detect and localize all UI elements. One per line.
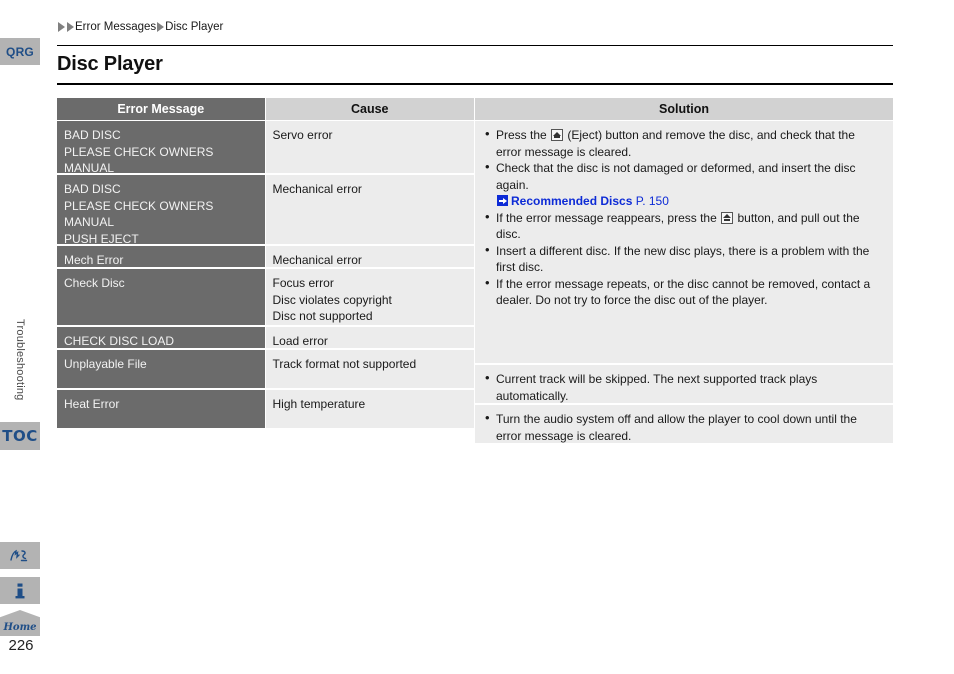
home-button[interactable]: Home xyxy=(0,610,40,636)
table-cell-cause: Track format not supported xyxy=(265,350,474,388)
table-cell-cause: High temperature xyxy=(265,390,474,428)
breadcrumb-item-error-messages[interactable]: Error Messages xyxy=(75,21,156,33)
column-solution: Press the (Eject) button and remove the … xyxy=(475,121,893,443)
error-message-table: Error Message Cause Solution BAD DISC PL… xyxy=(57,98,893,443)
voice-command-button[interactable] xyxy=(0,542,40,569)
sidebar-tab-toc[interactable]: TOC xyxy=(0,422,40,450)
table-header-row: Error Message Cause Solution xyxy=(57,98,893,120)
voice-command-icon xyxy=(10,549,28,561)
table-cell-cause: Focus error Disc violates copyright Disc… xyxy=(265,269,474,325)
title-divider-top xyxy=(57,45,893,46)
home-button-label: Home xyxy=(3,622,37,633)
table-row: BAD DISC PLEASE CHECK OWNERS MANUAL xyxy=(57,121,265,175)
sidebar-section-label-text: Troubleshooting xyxy=(14,319,26,401)
list-item: Current track will be skipped. The next … xyxy=(483,370,883,404)
table-row: CHECK DISC LOAD xyxy=(57,327,265,348)
bullet-text: Turn the audio system off and allow the … xyxy=(496,412,857,443)
column-cause: Servo error Mechanical error Mechanical … xyxy=(265,121,474,443)
table-cell-cause: Load error xyxy=(265,327,474,348)
breadcrumb-arrow-icon xyxy=(58,22,65,32)
list-item: Check that the disc is not damaged or de… xyxy=(483,159,883,210)
breadcrumb-arrow-icon xyxy=(157,22,165,32)
sidebar: QRG Troubleshooting TOC Home 226 xyxy=(0,0,42,674)
bullet-text-post: (Eject) button and remove the disc, and … xyxy=(496,128,855,159)
list-item: Press the (Eject) button and remove the … xyxy=(483,126,883,160)
table-cell-solution: Current track will be skipped. The next … xyxy=(475,365,893,403)
page-number: 226 xyxy=(8,637,34,654)
breadcrumb-item-disc-player[interactable]: Disc Player xyxy=(165,21,223,33)
table-row: Heat Error xyxy=(57,390,265,428)
breadcrumb-arrow-icon xyxy=(67,22,74,32)
sidebar-tab-toc-label: TOC xyxy=(2,427,38,445)
manual-page: QRG Troubleshooting TOC Home 226 Error M… xyxy=(0,0,954,674)
column-header-solution: Solution xyxy=(475,98,893,120)
solution-bullet-list: Turn the audio system off and allow the … xyxy=(483,410,883,444)
title-divider-bottom xyxy=(57,83,893,85)
information-icon xyxy=(15,583,25,598)
column-error-message: BAD DISC PLEASE CHECK OWNERS MANUAL BAD … xyxy=(57,121,265,443)
table-row: Mech Error xyxy=(57,246,265,267)
cross-reference-link[interactable]: Recommended Discs P. 150 xyxy=(497,193,883,210)
column-header-cause: Cause xyxy=(265,98,474,120)
solution-bullet-list: Current track will be skipped. The next … xyxy=(483,370,883,404)
table-cell-solution: Press the (Eject) button and remove the … xyxy=(475,121,893,363)
table-row: Check Disc xyxy=(57,269,265,325)
bullet-text: Insert a different disc. If the new disc… xyxy=(496,243,870,275)
table-row: Unplayable File xyxy=(57,350,265,388)
sidebar-tab-qrg[interactable]: QRG xyxy=(0,38,40,65)
bullet-text: Current track will be skipped. The next … xyxy=(496,372,818,403)
bullet-text-pre: If the error message reappears, press th… xyxy=(496,210,717,225)
cross-reference-title: Recommended Discs xyxy=(511,194,633,208)
cross-reference-page: P. 150 xyxy=(635,194,669,208)
solution-bullet-list: Press the (Eject) button and remove the … xyxy=(483,126,883,309)
table-cell-cause: Mechanical error xyxy=(265,246,474,267)
cross-reference-icon xyxy=(497,195,508,206)
breadcrumb: Error Messages Disc Player xyxy=(57,21,223,33)
column-header-error-message: Error Message xyxy=(57,98,265,120)
list-item: If the error message reappears, press th… xyxy=(483,209,883,243)
bullet-text: Check that the disc is not damaged or de… xyxy=(496,161,856,192)
list-item: If the error message repeats, or the dis… xyxy=(483,275,883,309)
sidebar-tab-qrg-label: QRG xyxy=(6,44,34,59)
bullet-text: If the error message repeats, or the dis… xyxy=(496,276,871,308)
table-cell-cause: Mechanical error xyxy=(265,175,474,244)
list-item: Turn the audio system off and allow the … xyxy=(483,410,883,444)
eject-icon xyxy=(721,211,734,224)
table-cell-solution: Turn the audio system off and allow the … xyxy=(475,405,893,443)
bullet-text-pre: Press the xyxy=(496,128,547,142)
information-button[interactable] xyxy=(0,577,40,604)
sidebar-section-label: Troubleshooting xyxy=(0,300,40,420)
table-cell-cause: Servo error xyxy=(265,121,474,173)
page-title: Disc Player xyxy=(57,53,163,75)
table-row: BAD DISC PLEASE CHECK OWNERS MANUAL PUSH… xyxy=(57,175,265,246)
eject-icon xyxy=(551,129,564,141)
list-item: Insert a different disc. If the new disc… xyxy=(483,242,883,276)
